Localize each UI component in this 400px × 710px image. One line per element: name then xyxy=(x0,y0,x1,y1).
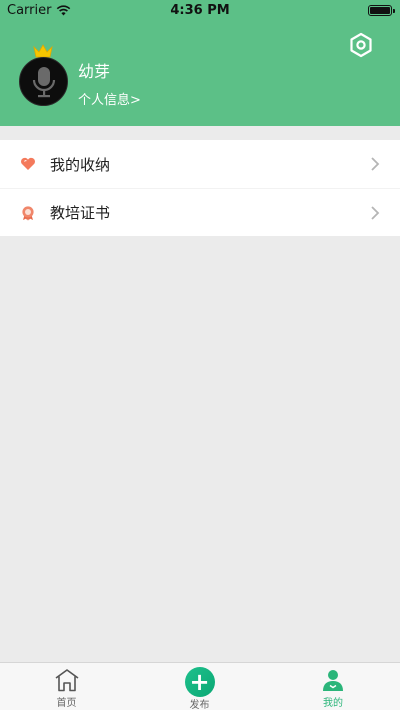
menu-item-label: 教培证书 xyxy=(50,204,111,222)
tab-label: 首页 xyxy=(56,698,77,709)
menu-list: 我的收纳 教培证书 xyxy=(0,140,400,236)
profile-header: Carrier 4:36 PM 幼芽 个人信息> xyxy=(0,0,400,126)
tab-label: 发布 xyxy=(189,700,210,710)
certificate-badge-icon xyxy=(19,204,37,222)
microphone-icon xyxy=(32,67,56,98)
avatar-group[interactable] xyxy=(19,44,69,106)
heart-icon xyxy=(19,155,37,173)
menu-item-certificates[interactable]: 教培证书 xyxy=(0,188,400,236)
chevron-right-icon xyxy=(371,157,380,171)
home-icon xyxy=(55,669,78,692)
menu-item-label: 我的收纳 xyxy=(50,155,111,174)
status-bar: Carrier 4:36 PM xyxy=(0,0,400,22)
crown-icon xyxy=(33,44,53,58)
user-name: 幼芽 xyxy=(78,62,111,81)
screen: Carrier 4:36 PM 幼芽 个人信息> 我的收纳 教培证书 首页 + … xyxy=(0,0,400,710)
settings-hexagon-icon[interactable] xyxy=(347,31,375,59)
user-icon xyxy=(323,670,343,691)
status-time: 4:36 PM xyxy=(170,3,230,18)
plus-circle-icon: + xyxy=(184,667,215,697)
tab-label: 我的 xyxy=(323,698,343,709)
battery-icon xyxy=(368,5,395,16)
tab-bar: 首页 + 发布 我的 xyxy=(0,662,400,710)
menu-item-favorites[interactable]: 我的收纳 xyxy=(0,140,400,188)
tab-publish[interactable]: + 发布 xyxy=(133,663,266,710)
tab-home[interactable]: 首页 xyxy=(0,663,133,710)
tab-mine[interactable]: 我的 xyxy=(266,663,400,710)
chevron-right-icon xyxy=(371,206,380,220)
avatar xyxy=(19,57,68,106)
personal-info-link[interactable]: 个人信息> xyxy=(78,89,141,108)
